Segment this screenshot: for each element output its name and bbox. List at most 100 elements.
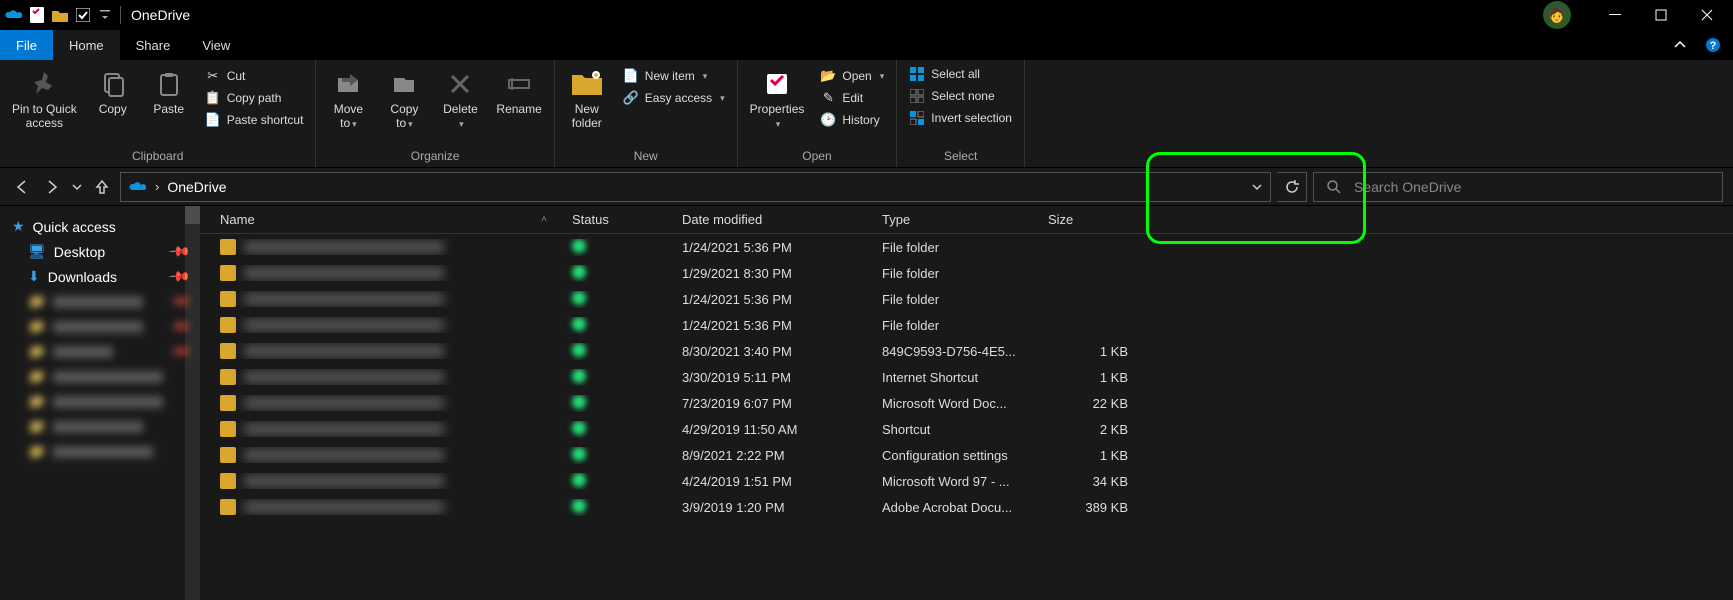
column-headers: Name˄ Status Date modified Type Size [200,206,1733,234]
tab-home[interactable]: Home [53,30,120,60]
pin-quick-access-button[interactable]: Pin to Quick access [6,64,83,134]
new-item-button[interactable]: 📄New item▾ [617,66,731,86]
cell-size: 2 KB [1036,422,1140,437]
search-box[interactable] [1313,172,1723,202]
minimize-button[interactable] [1593,0,1637,30]
sidebar-item-redacted[interactable]: 📁 [0,414,200,439]
ribbon-collapse-icon[interactable] [1673,38,1687,52]
cell-name [200,291,560,307]
file-row[interactable]: 4/24/2019 1:51 PMMicrosoft Word 97 - ...… [200,468,1733,494]
copy-to-button[interactable]: Copy to▾ [378,64,430,135]
column-status[interactable]: Status [560,206,670,233]
status-icon [572,395,586,409]
user-avatar[interactable]: 🧑 [1543,1,1571,29]
file-name-redacted [244,267,444,279]
file-row[interactable]: 1/29/2021 8:30 PMFile folder [200,260,1733,286]
group-new-label: New [561,147,731,165]
file-row[interactable]: 8/30/2021 3:40 PM849C9593-D756-4E5...1 K… [200,338,1733,364]
cell-type: File folder [870,292,1036,307]
cut-button[interactable]: ✂Cut [199,66,310,86]
sidebar-item-redacted[interactable]: 📁📌 [0,289,200,314]
sidebar-desktop[interactable]: 🖥Desktop📌 [0,239,200,264]
sidebar-item-redacted[interactable]: 📁 [0,439,200,464]
column-date[interactable]: Date modified [670,206,870,233]
qat-dropdown-icon[interactable] [100,8,110,22]
cell-status [560,395,670,412]
maximize-button[interactable] [1639,0,1683,30]
newfolder-icon[interactable] [50,5,70,25]
file-row[interactable]: 3/30/2019 5:11 PMInternet Shortcut1 KB [200,364,1733,390]
edit-button[interactable]: ✎Edit [814,88,890,108]
sidebar-downloads[interactable]: ⬇Downloads📌 [0,264,200,289]
rename-button[interactable]: Rename [490,64,547,120]
copy-path-button[interactable]: 📋Copy path [199,88,310,108]
tab-share[interactable]: Share [120,30,187,60]
open-icon: 📂 [820,68,836,84]
breadcrumb-location[interactable]: OneDrive [167,179,226,195]
sidebar-item-redacted[interactable]: 📁📌 [0,314,200,339]
forward-button[interactable] [40,175,64,199]
invert-selection-button[interactable]: Invert selection [903,108,1018,128]
sidebar-quick-access[interactable]: ★Quick access [0,214,200,239]
properties-icon[interactable] [27,5,47,25]
tab-file[interactable]: File [0,30,53,60]
moveto-icon [332,68,364,100]
back-button[interactable] [10,175,34,199]
file-row[interactable]: 7/23/2019 6:07 PMMicrosoft Word Doc...22… [200,390,1733,416]
onedrive-icon[interactable] [4,5,24,25]
breadcrumb-separator-icon[interactable]: › [155,179,159,194]
address-bar[interactable]: › OneDrive [120,172,1271,202]
copy-button[interactable]: Copy [87,64,139,120]
column-type[interactable]: Type [870,206,1036,233]
new-folder-button[interactable]: New folder [561,64,613,134]
sidebar-item-redacted[interactable]: 📁📌 [0,339,200,364]
file-row[interactable]: 1/24/2021 5:36 PMFile folder [200,234,1733,260]
cell-status [560,421,670,438]
status-icon [572,343,586,357]
delete-button[interactable]: Delete▾ [434,64,486,135]
cell-name [200,473,560,489]
select-all-button[interactable]: Select all [903,64,1018,84]
file-row[interactable]: 4/29/2019 11:50 AMShortcut2 KB [200,416,1733,442]
sidebar-item-redacted[interactable]: 📁 [0,389,200,414]
file-icon [220,239,236,255]
file-row[interactable]: 1/24/2021 5:36 PMFile folder [200,286,1733,312]
move-to-button[interactable]: Move to▾ [322,64,374,135]
open-button[interactable]: 📂Open▾ [814,66,890,86]
refresh-button[interactable] [1277,172,1307,202]
group-organize-label: Organize [322,147,547,165]
group-select-label: Select [903,147,1018,165]
paste-button[interactable]: Paste [143,64,195,120]
file-name-redacted [244,319,444,331]
edit-icon: ✎ [820,90,836,106]
invert-icon [909,110,925,126]
file-icon [220,317,236,333]
easy-access-button[interactable]: 🔗Easy access▾ [617,88,731,108]
file-row[interactable]: 8/9/2021 2:22 PMConfiguration settings1 … [200,442,1733,468]
help-icon[interactable]: ? [1701,33,1725,57]
cell-name [200,499,560,515]
cell-status [560,369,670,386]
recent-dropdown-icon[interactable] [70,175,84,199]
tab-view[interactable]: View [186,30,246,60]
history-button[interactable]: 🕑History [814,110,890,130]
status-icon [572,317,586,331]
ribbon: Pin to Quick access Copy Paste ✂Cut 📋Cop… [0,60,1733,168]
column-size[interactable]: Size [1036,206,1140,233]
checkbox-icon[interactable] [73,5,93,25]
cell-name [200,265,560,281]
sidebar-item-redacted[interactable]: 📁 [0,364,200,389]
paste-shortcut-button[interactable]: 📄Paste shortcut [199,110,310,130]
history-icon: 🕑 [820,112,836,128]
cell-date: 8/30/2021 3:40 PM [670,344,870,359]
up-button[interactable] [90,175,114,199]
close-button[interactable] [1685,0,1729,30]
column-name[interactable]: Name˄ [200,206,560,233]
file-icon [220,499,236,515]
select-none-button[interactable]: Select none [903,86,1018,106]
address-dropdown-icon[interactable] [1252,182,1262,192]
file-row[interactable]: 3/9/2019 1:20 PMAdobe Acrobat Docu...389… [200,494,1733,520]
file-row[interactable]: 1/24/2021 5:36 PMFile folder [200,312,1733,338]
search-input[interactable] [1354,179,1710,195]
properties-button[interactable]: Properties▾ [744,64,811,135]
